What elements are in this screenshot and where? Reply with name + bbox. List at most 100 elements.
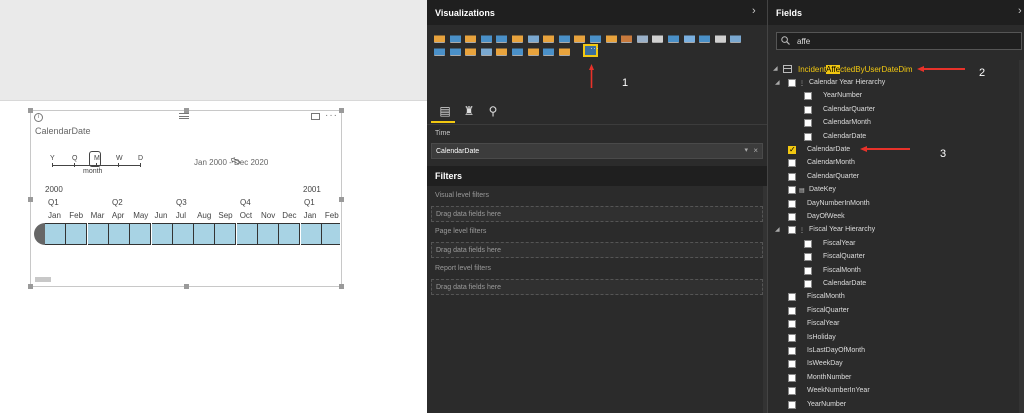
field-checkbox[interactable]: [804, 105, 812, 114]
field-row-weeknumberinyear[interactable]: WeekNumberInYear: [768, 385, 1024, 398]
field-row-calendardate[interactable]: CalendarDate: [768, 278, 1024, 291]
stacked-bar-icon[interactable]: [434, 32, 445, 43]
page-level-filter-dropzone[interactable]: Drag data fields here: [431, 242, 763, 258]
visual-level-filter-dropzone[interactable]: Drag data fields here: [431, 206, 763, 222]
field-row-fiscalyear[interactable]: FiscalYear: [768, 318, 1024, 331]
donut-icon[interactable]: [668, 32, 679, 43]
field-row-dayofweek[interactable]: DayOfWeek: [768, 211, 1024, 224]
field-checkbox[interactable]: [804, 119, 812, 128]
field-row-calendarquarter[interactable]: CalendarQuarter: [768, 171, 1024, 184]
granularity-y[interactable]: Y: [50, 155, 55, 162]
pie-icon[interactable]: [652, 32, 664, 43]
field-checkbox[interactable]: [788, 199, 796, 208]
line-clustered-column-icon[interactable]: [590, 32, 601, 43]
field-checkbox[interactable]: [788, 306, 796, 315]
report-canvas[interactable]: i ··· CalendarDate month Jan 2000 - Dec …: [0, 0, 427, 413]
field-checkbox[interactable]: [788, 347, 796, 355]
field-checkbox[interactable]: [788, 159, 796, 168]
granularity-w[interactable]: W: [116, 155, 123, 162]
resize-handle[interactable]: [28, 108, 33, 113]
timeline-month-cell[interactable]: [66, 223, 88, 245]
field-row-calendarmonth[interactable]: CalendarMonth: [768, 157, 1024, 170]
field-row-fiscal year hierarchy[interactable]: ◢ ⋮ Fiscal Year Hierarchy: [768, 224, 1024, 237]
field-checkbox[interactable]: [788, 293, 796, 302]
resize-handle[interactable]: [184, 284, 189, 289]
fields-tab-icon[interactable]: ▤: [437, 104, 453, 118]
field-row-fiscalquarter[interactable]: FiscalQuarter: [768, 251, 1024, 264]
timeline-month-cell[interactable]: [215, 223, 237, 245]
timeline-month-cell[interactable]: [108, 223, 130, 245]
timeline-slicer-visual[interactable]: i ··· CalendarDate month Jan 2000 - Dec …: [28, 108, 344, 289]
field-checkbox[interactable]: [804, 92, 812, 101]
field-row-monthnumber[interactable]: MonthNumber: [768, 372, 1024, 385]
kpi-icon[interactable]: [512, 45, 523, 56]
granularity-m[interactable]: M: [94, 155, 100, 162]
r-visual-icon[interactable]: [465, 45, 477, 56]
field-row-yearnumber[interactable]: YearNumber: [768, 90, 1024, 103]
funnel-icon[interactable]: [434, 45, 445, 56]
report-level-filter-dropzone[interactable]: Drag data fields here: [431, 279, 763, 295]
collapse-hierarchy-icon[interactable]: ◢: [775, 79, 780, 86]
field-checkbox[interactable]: [804, 266, 812, 275]
resize-handle[interactable]: [339, 284, 344, 289]
granularity-d[interactable]: D: [138, 155, 143, 162]
globe-icon[interactable]: [527, 45, 539, 56]
field-row-isweekday[interactable]: IsWeekDay: [768, 358, 1024, 371]
info-icon[interactable]: i: [34, 113, 43, 122]
field-row-isholiday[interactable]: IsHoliday: [768, 332, 1024, 345]
field-checkbox[interactable]: [788, 387, 796, 396]
map-icon[interactable]: [699, 32, 711, 43]
field-checkbox[interactable]: [788, 145, 796, 154]
collapse-table-icon[interactable]: ◢: [773, 65, 778, 72]
multi-row-card-icon[interactable]: [496, 45, 508, 56]
field-checkbox[interactable]: [804, 280, 812, 288]
field-checkbox[interactable]: [788, 373, 796, 382]
field-checkbox[interactable]: [788, 186, 796, 195]
format-paint-roller-icon[interactable]: ♜: [461, 104, 477, 118]
field-checkbox[interactable]: [788, 79, 796, 87]
field-row-calendarmonth[interactable]: CalendarMonth: [768, 117, 1024, 130]
field-row-fiscalyear[interactable]: FiscalYear: [768, 238, 1024, 251]
100-stacked-column-icon[interactable]: [512, 32, 523, 43]
drag-grip-icon[interactable]: [179, 113, 189, 119]
waterfall-icon[interactable]: [621, 32, 633, 43]
timeline-month-cell[interactable]: [194, 223, 216, 245]
timeline-month-cell[interactable]: [258, 223, 279, 245]
more-options-icon[interactable]: ···: [325, 110, 338, 121]
field-row-calendardate[interactable]: CalendarDate: [768, 144, 1024, 157]
field-row-fiscalmonth[interactable]: FiscalMonth: [768, 265, 1024, 278]
gauge-icon[interactable]: [449, 45, 461, 56]
resize-handle[interactable]: [339, 197, 344, 202]
r-script-icon[interactable]: [543, 45, 555, 56]
analytics-magnifier-icon[interactable]: ⚲: [485, 104, 501, 118]
timeline-month-cell[interactable]: [279, 223, 301, 245]
field-search-box[interactable]: [776, 32, 1022, 50]
field-checkbox[interactable]: [804, 253, 812, 262]
card-icon[interactable]: [480, 45, 492, 56]
ribbon-chart-icon[interactable]: [605, 32, 617, 43]
timeline-month-cell[interactable]: [87, 223, 109, 245]
field-checkbox[interactable]: [804, 132, 812, 141]
more-visuals-icon[interactable]: ···: [590, 44, 601, 56]
search-input[interactable]: [797, 35, 1017, 47]
field-row-calendarquarter[interactable]: CalendarQuarter: [768, 104, 1024, 117]
remove-field-icon[interactable]: ×: [753, 146, 758, 155]
table-item[interactable]: ◢ IncidentAffectedByUserDateDim: [768, 63, 1024, 76]
timeline-month-cell[interactable]: [300, 223, 322, 245]
field-checkbox[interactable]: [788, 226, 796, 235]
timeline-month-cell[interactable]: [130, 223, 152, 245]
field-row-fiscalmonth[interactable]: FiscalMonth: [768, 291, 1024, 304]
field-checkbox[interactable]: [788, 400, 796, 409]
time-field-well[interactable]: CalendarDate ▾ ×: [431, 143, 763, 159]
focus-mode-icon[interactable]: [311, 113, 320, 120]
timeline-month-cell[interactable]: [151, 223, 173, 245]
100-stacked-bar-icon[interactable]: [496, 32, 508, 43]
field-checkbox[interactable]: [788, 213, 796, 221]
timeline-month-cell[interactable]: [172, 223, 194, 245]
stacked-area-icon[interactable]: [558, 32, 570, 43]
timeline-month-cell[interactable]: [236, 223, 258, 245]
resize-handle[interactable]: [28, 284, 33, 289]
resize-handle[interactable]: [28, 197, 33, 202]
resize-handle[interactable]: [339, 108, 344, 113]
field-row-calendar year hierarchy[interactable]: ◢ ⋮ Calendar Year Hierarchy: [768, 77, 1024, 90]
